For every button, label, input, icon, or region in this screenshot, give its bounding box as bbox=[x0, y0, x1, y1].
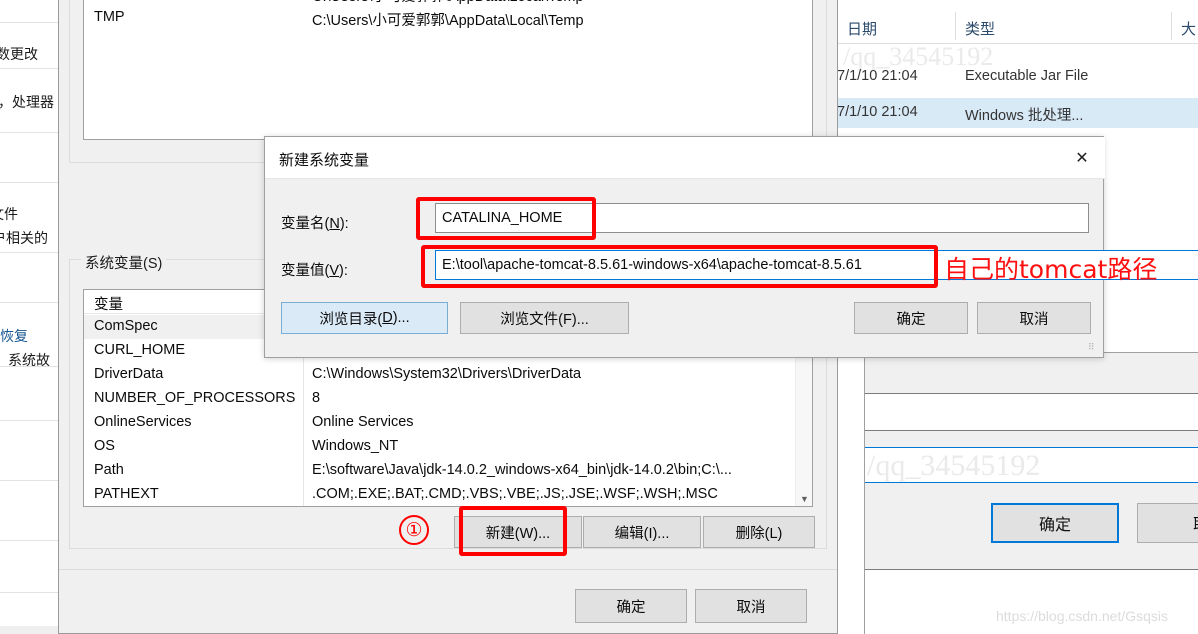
delete-variable-button[interactable]: 删除(L) bbox=[703, 516, 815, 548]
explorer-column-date[interactable]: 日期 bbox=[847, 18, 877, 39]
label-text: ): bbox=[339, 216, 349, 232]
system-variables-group-label: 系统变量(S) bbox=[81, 252, 167, 273]
var-value: Windows_NT bbox=[312, 438, 399, 454]
var-name: CURL_HOME bbox=[94, 342, 186, 358]
cp-text-fragment-4: 账户相关的 bbox=[0, 230, 48, 246]
new-variable-button[interactable]: 新建(W)... bbox=[454, 516, 582, 548]
background-dialog-ok-button[interactable]: 确定 bbox=[991, 503, 1119, 543]
list-item[interactable]: DriverData C:\Windows\System32\Drivers\Dr… bbox=[84, 363, 812, 387]
var-name: ComSpec bbox=[94, 318, 158, 334]
explorer-column-size[interactable]: 大 bbox=[1181, 18, 1196, 39]
var-value: Online Services bbox=[312, 414, 414, 430]
dialog-ok-button[interactable]: 确定 bbox=[854, 302, 968, 334]
variable-name-label: 变量名(N): bbox=[281, 212, 349, 233]
var-name: NUMBER_OF_PROCESSORS bbox=[94, 390, 296, 406]
label-text: ): bbox=[339, 263, 348, 279]
var-name: TEMP bbox=[94, 0, 134, 1]
resize-grip-icon[interactable]: ⠿ bbox=[1088, 343, 1100, 355]
explorer-cell-type: Windows 批处理... bbox=[965, 108, 1084, 124]
label-text: 浏览目录( bbox=[319, 311, 383, 328]
cp-text-fragment-5: 障恢复 bbox=[0, 328, 28, 344]
var-value: C:\Windows\System32\Drivers\DriverData bbox=[312, 366, 582, 382]
list-item[interactable]: NUMBER_OF_PROCESSORS 8 bbox=[84, 387, 812, 411]
annotation-tomcat-path-note: 自己的tomcat路径 bbox=[944, 255, 1158, 284]
background-dialog: /qq_34545192 确定 取 bbox=[864, 352, 1198, 634]
chevron-down-icon[interactable]: ▼ bbox=[796, 490, 812, 506]
header-variable: 变量 bbox=[94, 297, 123, 313]
variable-value-label: 变量值(V): bbox=[281, 259, 348, 280]
cp-text-fragment-6: 功、系统故 bbox=[0, 352, 50, 368]
list-item[interactable]: OnlineServices Online Services bbox=[84, 411, 812, 435]
label-text: )... bbox=[392, 310, 410, 326]
var-name: PATHEXT bbox=[94, 486, 159, 502]
accelerator-key: N bbox=[329, 216, 340, 232]
control-panel-strip: 多数更改 果，处理器 文件 账户相关的 障恢复 功、系统故 bbox=[0, 0, 58, 634]
cp-text-fragment-2: 果，处理器 bbox=[0, 94, 54, 110]
explorer-row[interactable]: 7/1/10 21:04 Executable Jar File bbox=[837, 62, 1198, 92]
accelerator-key: D bbox=[382, 310, 393, 326]
var-value: C:\Users\小可爱郭郭\AppData\Local\Temp bbox=[312, 13, 584, 29]
label-text: 变量值( bbox=[281, 263, 330, 279]
var-name: TMP bbox=[94, 9, 125, 25]
var-name: OS bbox=[94, 438, 115, 454]
explorer-column-type[interactable]: 类型 bbox=[965, 18, 995, 39]
var-value: E:\software\Java\jdk-14.0.2_windows-x64_… bbox=[312, 462, 732, 478]
list-item[interactable]: PATHEXT .COM;.EXE;.BAT;.CMD;.VBS;.VBE;.JS… bbox=[84, 483, 812, 506]
dialog-title: 新建系统变量 bbox=[279, 152, 370, 169]
browse-directory-button[interactable]: 浏览目录(D)... bbox=[281, 302, 448, 334]
browse-file-button[interactable]: 浏览文件(F)... bbox=[460, 302, 629, 334]
cp-text-fragment-3: 文件 bbox=[0, 206, 18, 222]
explorer-cell-date: 7/1/10 21:04 bbox=[837, 68, 918, 84]
label-text: 变量名( bbox=[281, 216, 330, 232]
background-dialog-watermark: /qq_34545192 bbox=[867, 449, 1041, 482]
list-item[interactable]: Path E:\software\Java\jdk-14.0.2_windows-… bbox=[84, 459, 812, 483]
env-ok-button[interactable]: 确定 bbox=[575, 589, 687, 623]
var-name: OnlineServices bbox=[94, 414, 192, 430]
env-cancel-button[interactable]: 取消 bbox=[695, 589, 807, 623]
list-item[interactable]: TMP C:\Users\小可爱郭郭\AppData\Local\Temp bbox=[84, 6, 812, 30]
close-icon[interactable]: ✕ bbox=[1059, 137, 1105, 179]
background-dialog-cancel-button[interactable]: 取 bbox=[1137, 503, 1198, 543]
accelerator-key: V bbox=[329, 263, 340, 279]
user-variables-list[interactable]: IntelliJ IDEAE:\tool\IdealU\IntelliJ IDE… bbox=[83, 0, 813, 140]
explorer-row[interactable]: 7/1/10 21:04 Windows 批处理... bbox=[837, 98, 1198, 128]
cp-text-fragment-1: 多数更改 bbox=[0, 46, 38, 62]
var-name: Path bbox=[94, 462, 124, 478]
explorer-cell-type: Executable Jar File bbox=[965, 68, 1089, 84]
list-item[interactable]: OS Windows_NT bbox=[84, 435, 812, 459]
var-value: 8 bbox=[312, 390, 321, 406]
dialog-cancel-button[interactable]: 取消 bbox=[977, 302, 1091, 334]
explorer-column-header: 日期 类型 大 bbox=[837, 8, 1198, 44]
variable-name-input[interactable]: CATALINA_HOME bbox=[435, 203, 1089, 233]
screen-root: 多数更改 果，处理器 文件 账户相关的 障恢复 功、系统故 日期 类型 大 /q… bbox=[0, 0, 1198, 634]
var-value: .COM;.EXE;.BAT;.CMD;.VBS;.VBE;.JS;.JSE;.… bbox=[312, 486, 718, 502]
annotation-step-one: ① bbox=[399, 515, 429, 545]
dialog-title-bar: 新建系统变量 ✕ bbox=[265, 137, 1105, 179]
explorer-cell-date: 7/1/10 21:04 bbox=[837, 104, 918, 120]
cp-footer-bar bbox=[0, 626, 58, 634]
edit-variable-button[interactable]: 编辑(I)... bbox=[583, 516, 701, 548]
csdn-watermark: https://blog.csdn.net/Gsqsis bbox=[996, 608, 1168, 624]
var-name: DriverData bbox=[94, 366, 164, 382]
new-system-variable-dialog: 新建系统变量 ✕ 变量名(N): CATALINA_HOME 变量值(V): E… bbox=[264, 136, 1198, 358]
